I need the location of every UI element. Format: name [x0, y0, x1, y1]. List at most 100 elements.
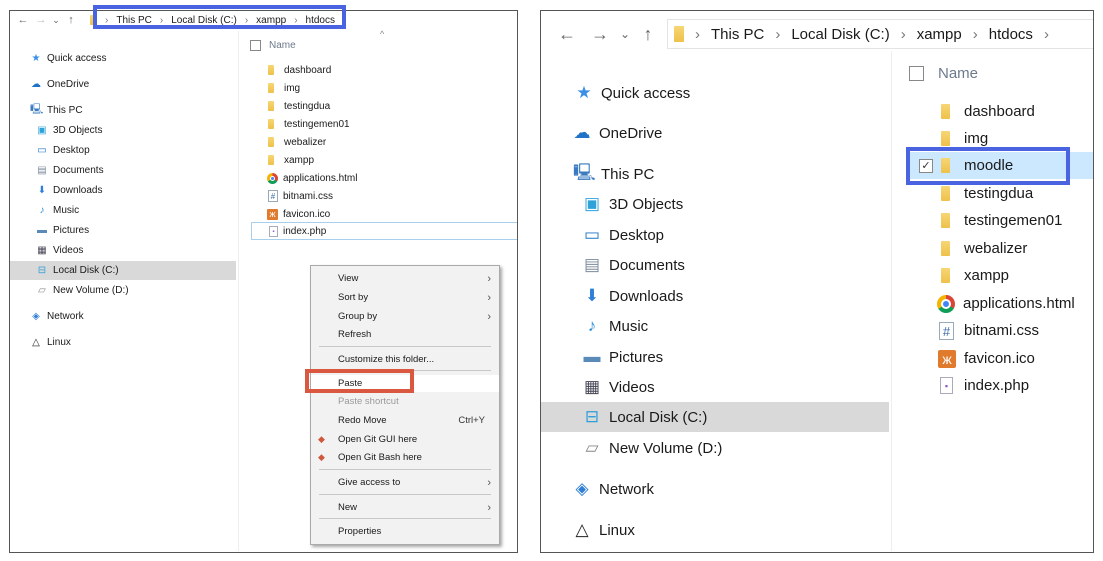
file-row[interactable]: # bitnami.css [939, 317, 1039, 344]
folder-icon [941, 268, 950, 283]
sidebar-item-downloads[interactable]: ⬇ Downloads [36, 181, 103, 200]
sidebar-item-3d-objects[interactable]: ▣ 3D Objects [581, 189, 683, 219]
file-row[interactable]: testingemen01 [941, 207, 1062, 234]
sidebar-item-videos[interactable]: ▦ Videos [581, 372, 655, 402]
file-row-focused[interactable]: ▪ index.php [251, 222, 517, 240]
sort-ascending-icon: ^ [380, 29, 385, 39]
sidebar-item-music[interactable]: ♪ Music [36, 201, 80, 220]
menu-item-open-git-bash[interactable]: ◆ Open Git Bash here [311, 449, 499, 466]
file-name: bitnami.css [283, 190, 334, 202]
sidebar-item-network[interactable]: ◈ Network [571, 474, 654, 504]
desktop-icon: ▭ [37, 145, 47, 156]
chevron-right-icon: › [972, 25, 978, 43]
file-name: bitnami.css [964, 322, 1040, 339]
file-row[interactable]: webalizer [268, 133, 326, 151]
folder-icon [941, 213, 950, 228]
menu-item-give-access[interactable]: Give access to › [311, 474, 499, 491]
menu-item-view[interactable]: View › [311, 270, 499, 287]
sidebar-item-onedrive[interactable]: ☁ OneDrive [30, 75, 89, 94]
sidebar-item-local-disk-c[interactable]: ⊟ Local Disk (C:) [10, 261, 236, 280]
recent-locations-button[interactable]: ⌄ [615, 27, 635, 41]
menu-separator [319, 346, 491, 347]
breadcrumb-this-pc[interactable]: This PC [711, 26, 764, 43]
menu-item-refresh[interactable]: Refresh [311, 326, 499, 343]
select-all-checkbox[interactable] [909, 66, 924, 81]
file-row[interactable]: xampp [941, 262, 1009, 289]
back-button[interactable]: ← [14, 14, 32, 26]
sidebar-item-videos[interactable]: ▦ Videos [36, 241, 83, 260]
file-row[interactable]: ▪ index.php [940, 372, 1029, 399]
sidebar-item-quick-access[interactable]: ★ Quick access [30, 49, 107, 68]
menu-item-group-by[interactable]: Group by › [311, 308, 499, 325]
breadcrumb-local-disk[interactable]: Local Disk (C:) [791, 26, 889, 43]
file-name: xampp [964, 267, 1010, 284]
menu-item-properties[interactable]: Properties [311, 523, 499, 540]
sidebar-item-new-volume-d[interactable]: ▱ New Volume (D:) [36, 281, 129, 300]
sidebar-item-desktop[interactable]: ▭ Desktop [581, 220, 664, 250]
file-row[interactable]: dashboard [268, 61, 331, 79]
file-row[interactable]: ж favicon.ico [938, 345, 1035, 372]
computer-icon: 🖳 [573, 162, 596, 182]
file-name: img [964, 130, 989, 147]
file-row[interactable]: # bitnami.css [268, 187, 333, 205]
file-name: dashboard [284, 64, 332, 76]
sidebar-item-this-pc[interactable]: 🖳 This PC [30, 101, 83, 120]
column-header-name[interactable]: Name [909, 60, 978, 87]
sidebar-item-documents[interactable]: ▤ Documents [581, 250, 685, 280]
breadcrumb-xampp[interactable]: xampp [917, 26, 962, 43]
sidebar-item-onedrive[interactable]: ☁ OneDrive [571, 118, 663, 148]
file-row[interactable]: webalizer [941, 235, 1027, 262]
context-menu: View › Sort by › Group by › Refresh Customi… [310, 265, 500, 545]
sidebar-item-label: 3D Objects [53, 125, 103, 136]
forward-button[interactable]: → [585, 24, 615, 45]
up-button[interactable]: ↑ [62, 14, 80, 26]
php-file-icon: ▪ [269, 225, 278, 237]
sidebar-item-local-disk-c[interactable]: ⊟ Local Disk (C:) [541, 402, 889, 432]
sidebar-item-label: New Volume (D:) [53, 285, 129, 296]
file-row[interactable]: testingdua [268, 97, 330, 115]
breadcrumb[interactable]: › This PC › Local Disk (C:) › xampp › ht… [667, 19, 1093, 49]
file-row[interactable]: testingemen01 [268, 115, 350, 133]
sidebar-item-documents[interactable]: ▤ Documents [36, 161, 103, 180]
folder-icon [941, 186, 950, 201]
file-name: favicon.ico [964, 350, 1035, 367]
forward-button[interactable]: → [32, 14, 50, 26]
column-header-label: Name [269, 39, 296, 51]
download-icon: ⬇ [37, 185, 47, 196]
sidebar-item-music[interactable]: ♪ Music [581, 311, 648, 341]
file-row[interactable]: ж favicon.ico [267, 205, 330, 223]
menu-item-customize-folder[interactable]: Customize this folder... [311, 351, 499, 368]
sidebar-item-network[interactable]: ◈ Network [30, 307, 84, 326]
drive-d-icon: ▱ [585, 438, 599, 457]
sidebar-item-desktop[interactable]: ▭ Desktop [36, 141, 89, 160]
sidebar-item-quick-access[interactable]: ★ Quick access [573, 78, 690, 108]
file-row[interactable]: applications.html [267, 169, 357, 187]
sidebar-item-this-pc[interactable]: 🖳 This PC [573, 159, 654, 189]
menu-item-redo-move[interactable]: Redo Move Ctrl+Y [311, 412, 499, 429]
file-row[interactable]: img [268, 79, 300, 97]
menu-item-open-git-gui[interactable]: ◆ Open Git GUI here [311, 431, 499, 448]
sidebar-item-downloads[interactable]: ⬇ Downloads [581, 281, 683, 311]
back-button[interactable]: ← [549, 24, 585, 45]
menu-item-new[interactable]: New › [311, 499, 499, 516]
breadcrumb-htdocs[interactable]: htdocs [989, 26, 1033, 43]
cube-icon: ▣ [583, 194, 601, 213]
menu-item-sort-by[interactable]: Sort by › [311, 289, 499, 306]
sidebar-item-pictures[interactable]: ▬ Pictures [36, 221, 89, 240]
sidebar-item-linux[interactable]: △ Linux [571, 515, 635, 545]
file-name: webalizer [964, 240, 1028, 257]
sidebar-item-3d-objects[interactable]: ▣ 3D Objects [36, 121, 102, 140]
file-row[interactable]: applications.html [937, 290, 1075, 317]
up-button[interactable]: ↑ [635, 24, 661, 45]
select-all-checkbox[interactable] [250, 39, 261, 51]
sidebar-item-pictures[interactable]: ▬ Pictures [581, 342, 664, 372]
recent-locations-button[interactable]: ⌄ [50, 15, 62, 26]
sidebar-item-new-volume-d[interactable]: ▱ New Volume (D:) [581, 433, 722, 463]
menu-item-label: New [338, 502, 358, 513]
sidebar-item-label: Linux [599, 521, 635, 539]
star-icon: ★ [576, 83, 592, 102]
file-row[interactable]: dashboard [941, 98, 1035, 125]
column-header-name[interactable]: Name [250, 36, 296, 54]
sidebar-item-linux[interactable]: △ Linux [30, 333, 71, 352]
file-row[interactable]: xampp [268, 151, 314, 169]
